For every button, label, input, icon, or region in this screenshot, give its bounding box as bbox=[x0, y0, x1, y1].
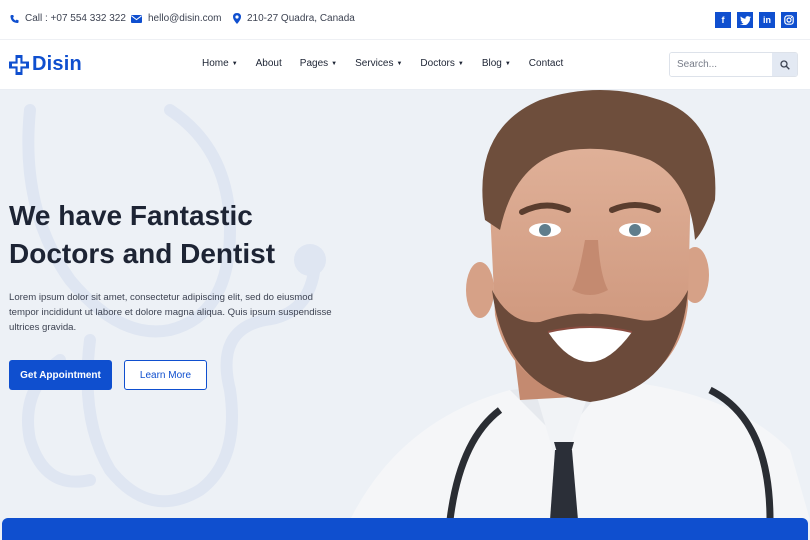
nav-label: About bbox=[255, 58, 282, 69]
nav-label: Home bbox=[202, 58, 229, 69]
nav-label: Blog bbox=[481, 58, 502, 69]
nav-item-services[interactable]: Services ▼ bbox=[355, 58, 402, 69]
social-links: f in bbox=[715, 12, 797, 28]
address-text: 210-27 Quadra, Canada bbox=[247, 13, 355, 24]
search-icon bbox=[779, 59, 790, 70]
phone-contact[interactable]: Call : +07 554 332 322 bbox=[10, 13, 126, 24]
nav-label: Services bbox=[355, 58, 394, 69]
nav-label: Doctors bbox=[420, 58, 455, 69]
hero-description-line-1: Lorem ipsum dolor sit amet, consectetur … bbox=[9, 292, 313, 303]
linkedin-icon[interactable]: in bbox=[759, 12, 775, 28]
hero-section: We have Fantastic Doctors and Dentist Lo… bbox=[0, 90, 810, 540]
nav-item-pages[interactable]: Pages ▼ bbox=[300, 58, 337, 69]
logo-text: Disin bbox=[32, 53, 82, 75]
nav-item-blog[interactable]: Blog ▼ bbox=[482, 58, 511, 69]
site-logo[interactable]: Disin bbox=[9, 53, 82, 76]
search-box bbox=[669, 52, 798, 77]
hero-description: Lorem ipsum dolor sit amet, consectetur … bbox=[9, 290, 369, 335]
email-text: hello@disin.com bbox=[148, 13, 222, 24]
hero-description-line-2: tempor incididunt ut labore et dolore ma… bbox=[9, 307, 332, 318]
hero-description-line-3: ultrices gravida. bbox=[9, 322, 77, 333]
top-info-bar: Call : +07 554 332 322 hello@disin.com 2… bbox=[0, 0, 810, 40]
search-button[interactable] bbox=[772, 53, 797, 76]
instagram-icon[interactable] bbox=[781, 12, 797, 28]
caret-down-icon: ▼ bbox=[231, 60, 238, 67]
email-contact[interactable]: hello@disin.com bbox=[131, 13, 222, 24]
caret-down-icon: ▼ bbox=[331, 60, 338, 67]
features-band bbox=[2, 518, 808, 540]
caret-down-icon: ▼ bbox=[457, 60, 464, 67]
twitter-icon[interactable] bbox=[737, 12, 753, 28]
hero-title: We have Fantastic Doctors and Dentist bbox=[9, 197, 329, 273]
doctor-portrait-image bbox=[350, 90, 810, 520]
phone-text: Call : +07 554 332 322 bbox=[25, 13, 126, 24]
learn-more-button[interactable]: Learn More bbox=[124, 360, 207, 390]
phone-icon bbox=[10, 14, 19, 23]
main-header: Disin Home ▼ About Pages ▼ Services ▼ Docto… bbox=[0, 40, 810, 90]
caret-down-icon: ▼ bbox=[396, 60, 403, 67]
nav-item-contact[interactable]: Contact bbox=[529, 58, 563, 69]
main-navigation: Home ▼ About Pages ▼ Services ▼ Doctors ▼ Bl… bbox=[202, 58, 581, 69]
location-pin-icon bbox=[233, 13, 241, 24]
search-input[interactable] bbox=[670, 53, 772, 76]
hero-title-line-1: We have Fantastic bbox=[9, 200, 253, 231]
nav-label: Contact bbox=[528, 58, 564, 69]
medical-cross-icon bbox=[9, 54, 29, 75]
nav-item-home[interactable]: Home ▼ bbox=[202, 58, 238, 69]
address-contact: 210-27 Quadra, Canada bbox=[233, 13, 355, 24]
get-appointment-button[interactable]: Get Appointment bbox=[9, 360, 112, 390]
caret-down-icon: ▼ bbox=[504, 60, 511, 67]
nav-item-doctors[interactable]: Doctors ▼ bbox=[420, 58, 463, 69]
nav-label: Pages bbox=[299, 58, 329, 69]
hero-title-line-2: Doctors and Dentist bbox=[9, 238, 276, 269]
facebook-icon[interactable]: f bbox=[715, 12, 731, 28]
nav-item-about[interactable]: About bbox=[256, 58, 282, 69]
envelope-icon bbox=[131, 14, 142, 23]
